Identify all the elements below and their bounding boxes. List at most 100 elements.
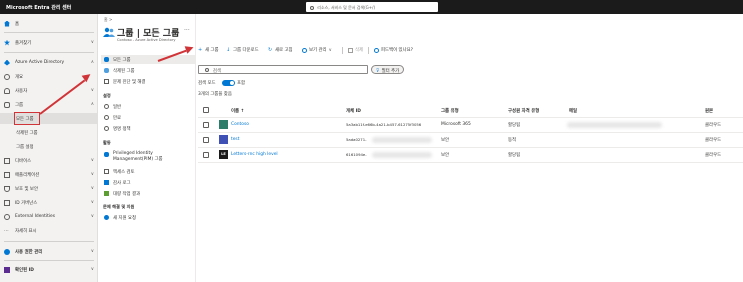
nav-verified-id[interactable]: 확인된 ID ∨ — [0, 264, 98, 275]
gear-icon — [104, 126, 109, 131]
column-header-name[interactable]: 이름 ↑ — [231, 108, 244, 114]
pim-icon — [104, 152, 109, 157]
column-header-object-id[interactable]: 개체 ID — [346, 108, 361, 114]
new-group-button[interactable]: + 새 그룹 — [198, 47, 219, 53]
nav-external-identities-label: External Identities — [15, 214, 56, 219]
delete-label: 삭제 — [355, 48, 364, 53]
nav-verified-id-label: 확인된 ID — [15, 267, 34, 273]
panel-item-deleted-groups[interactable]: 삭제된 그룹 — [101, 66, 195, 75]
divider — [4, 52, 94, 53]
group-search-placeholder: 검색 — [212, 68, 221, 74]
group-type: Microsoft 365 — [441, 122, 471, 127]
search-mode-toggle[interactable] — [222, 80, 235, 86]
redacted-mail — [567, 122, 662, 128]
more-options-button[interactable]: ··· — [184, 27, 190, 34]
manage-view-button[interactable]: 보기 관리 ∨ — [302, 47, 332, 53]
panel-item-general[interactable]: 일반 — [101, 102, 195, 111]
add-filter-button[interactable]: ⊽ 필터 추가 — [371, 65, 404, 74]
nav-protection-label: 보호 및 보안 — [15, 186, 38, 192]
column-header-source[interactable]: 원본 — [705, 108, 713, 114]
panel-item-naming-policy[interactable]: 명명 정책 — [101, 124, 195, 133]
membership-type: 동적 — [508, 138, 517, 143]
row-checkbox[interactable] — [203, 137, 209, 143]
chevron-up-icon: ∧ — [90, 60, 94, 65]
divider — [4, 241, 94, 242]
chevron-down-icon: ∨ — [90, 172, 94, 177]
panel-item-diagnose[interactable]: 문제 진단 및 해결 — [101, 77, 195, 86]
star-icon — [4, 39, 10, 46]
group-name-link[interactable]: test — [231, 137, 239, 142]
panel-item-label: 대량 작업 결과 — [113, 191, 141, 197]
refresh-label: 새로 고침 — [275, 48, 293, 53]
nav-favorites-label: 즐겨찾기 — [15, 40, 32, 46]
panel-item-label: 액세스 검토 — [113, 169, 135, 175]
breadcrumb[interactable]: 홈 > — [104, 17, 112, 23]
panel-item-label: 새 지원 요청 — [113, 215, 136, 221]
row-checkbox[interactable] — [203, 152, 209, 158]
verified-id-icon — [4, 266, 10, 273]
nav-identity-governance[interactable]: ID 거버넌스 ∨ — [0, 197, 98, 208]
chevron-down-icon: ∨ — [90, 186, 94, 191]
column-header-mail[interactable]: 메일 — [569, 108, 577, 114]
panel-item-expiration[interactable]: 만료 — [101, 113, 195, 122]
nav-show-more[interactable]: ··· 자세히 표시 — [0, 225, 98, 236]
nav-permissions-management[interactable]: 사용 권한 관리 ∨ — [0, 246, 98, 257]
download-groups-label: 그룹 다운로드 — [233, 48, 259, 53]
group-name-link[interactable]: Letters-rnc high level — [231, 152, 278, 157]
nav-external-identities[interactable]: External Identities ∨ — [0, 211, 98, 222]
download-icon: ↓ — [226, 46, 231, 53]
result-count: 3개의 그룹을 찾음 — [198, 92, 232, 97]
feedback-button[interactable]: 피드백이 있나요? — [374, 47, 413, 53]
panel-item-label: 만료 — [113, 115, 122, 121]
manage-view-label: 보기 관리 — [309, 48, 327, 53]
feedback-label: 피드백이 있나요? — [381, 48, 414, 53]
nav-group-settings[interactable]: 그룹 설정 — [0, 141, 98, 152]
app-title[interactable]: Microsoft Entra 관리 센터 — [6, 4, 71, 11]
group-avatar: LE — [219, 150, 228, 159]
group-name-link[interactable]: Contoso — [231, 122, 249, 127]
gear-icon — [104, 104, 109, 109]
nav-favorites[interactable]: 즐겨찾기 ∨ — [0, 37, 98, 48]
nav-identity-governance-label: ID 거버넌스 — [15, 200, 38, 206]
panel-item-label: 문제 진단 및 해결 — [113, 79, 146, 85]
download-groups-button[interactable]: ↓ 그룹 다운로드 — [226, 47, 259, 53]
filter-icon: ⊽ — [376, 68, 380, 74]
column-header-membership-type[interactable]: 구성원 자격 유형 — [508, 108, 539, 114]
group-search-input[interactable]: 검색 — [198, 65, 368, 74]
global-search-input[interactable]: 리소스, 서비스 및 문서 검색(G+/) — [306, 2, 438, 12]
search-icon — [205, 68, 209, 72]
nav-azure-ad[interactable]: Azure Active Directory ∧ — [0, 57, 98, 68]
azure-ad-icon — [4, 59, 10, 66]
chevron-down-icon: ∨ — [90, 200, 94, 205]
panel-item-access-reviews[interactable]: 액세스 검토 — [101, 167, 195, 176]
panel-section-activity: 활동 — [103, 140, 111, 145]
nav-users[interactable]: 사용자 ∨ — [0, 85, 98, 96]
nav-home[interactable]: 홈 — [0, 18, 98, 29]
group-avatar — [219, 120, 228, 129]
chevron-down-icon: ∨ — [90, 267, 94, 272]
nav-groups-label: 그룹 — [15, 102, 24, 108]
panel-item-audit-logs[interactable]: 감사 로그 — [101, 178, 195, 187]
divider — [4, 260, 94, 261]
panel-item-pim[interactable]: Privileged Identity Management(PIM) 그룹 — [101, 151, 195, 164]
nav-group-settings-label: 그룹 설정 — [16, 144, 34, 150]
nav-devices[interactable]: 디바이스 ∨ — [0, 155, 98, 166]
column-header-group-type[interactable]: 그룹 유형 — [441, 108, 459, 114]
more-icon: ··· — [4, 227, 9, 234]
delete-button[interactable]: 삭제 — [348, 47, 363, 53]
nav-applications[interactable]: 애플리케이션 ∨ — [0, 169, 98, 180]
nav-protection[interactable]: 보호 및 보안 ∨ — [0, 183, 98, 194]
select-all-checkbox[interactable] — [203, 107, 209, 113]
panel-item-bulk-results[interactable]: 대량 작업 결과 — [101, 189, 195, 198]
feedback-icon — [374, 47, 379, 53]
row-checkbox[interactable] — [203, 122, 209, 128]
nav-deleted-groups[interactable]: 삭제된 그룹 — [0, 127, 98, 138]
chevron-down-icon: ∨ — [90, 40, 94, 45]
panel-item-label: 일반 — [113, 104, 122, 110]
command-bar: + 새 그룹 ↓ 그룹 다운로드 ↻ 새로 고침 보기 관리 ∨ 삭제 피드백이… — [196, 44, 743, 56]
panel-item-new-support-request[interactable]: 새 지원 요청 — [101, 213, 195, 222]
panel-item-all-groups[interactable]: 모든 그룹 — [101, 55, 195, 64]
divider — [198, 132, 743, 133]
divider — [198, 147, 743, 148]
refresh-button[interactable]: ↻ 새로 고침 — [268, 47, 293, 53]
